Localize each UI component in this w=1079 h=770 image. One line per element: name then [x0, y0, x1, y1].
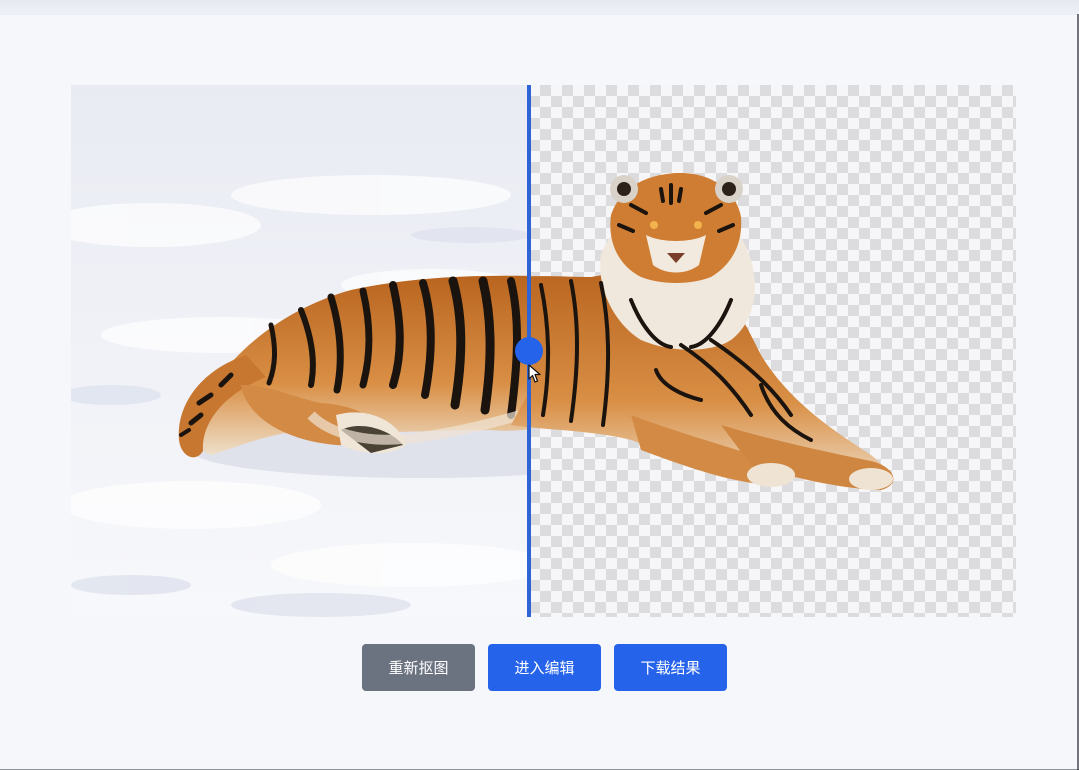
result-image: [529, 173, 894, 490]
original-image-pane: [71, 85, 529, 617]
download-result-button[interactable]: 下载结果: [614, 644, 727, 691]
drag-handle-icon[interactable]: [515, 337, 543, 365]
original-image: [71, 85, 529, 617]
top-strip: [0, 0, 1079, 15]
enter-edit-button[interactable]: 进入编辑: [488, 644, 601, 691]
mouse-pointer-icon: [528, 364, 541, 383]
redo-cutout-button[interactable]: 重新抠图: [362, 644, 475, 691]
action-bar: 重新抠图 进入编辑 下载结果: [362, 644, 727, 691]
comparison-viewer[interactable]: [71, 85, 1016, 617]
result-image-pane: [529, 85, 1016, 617]
